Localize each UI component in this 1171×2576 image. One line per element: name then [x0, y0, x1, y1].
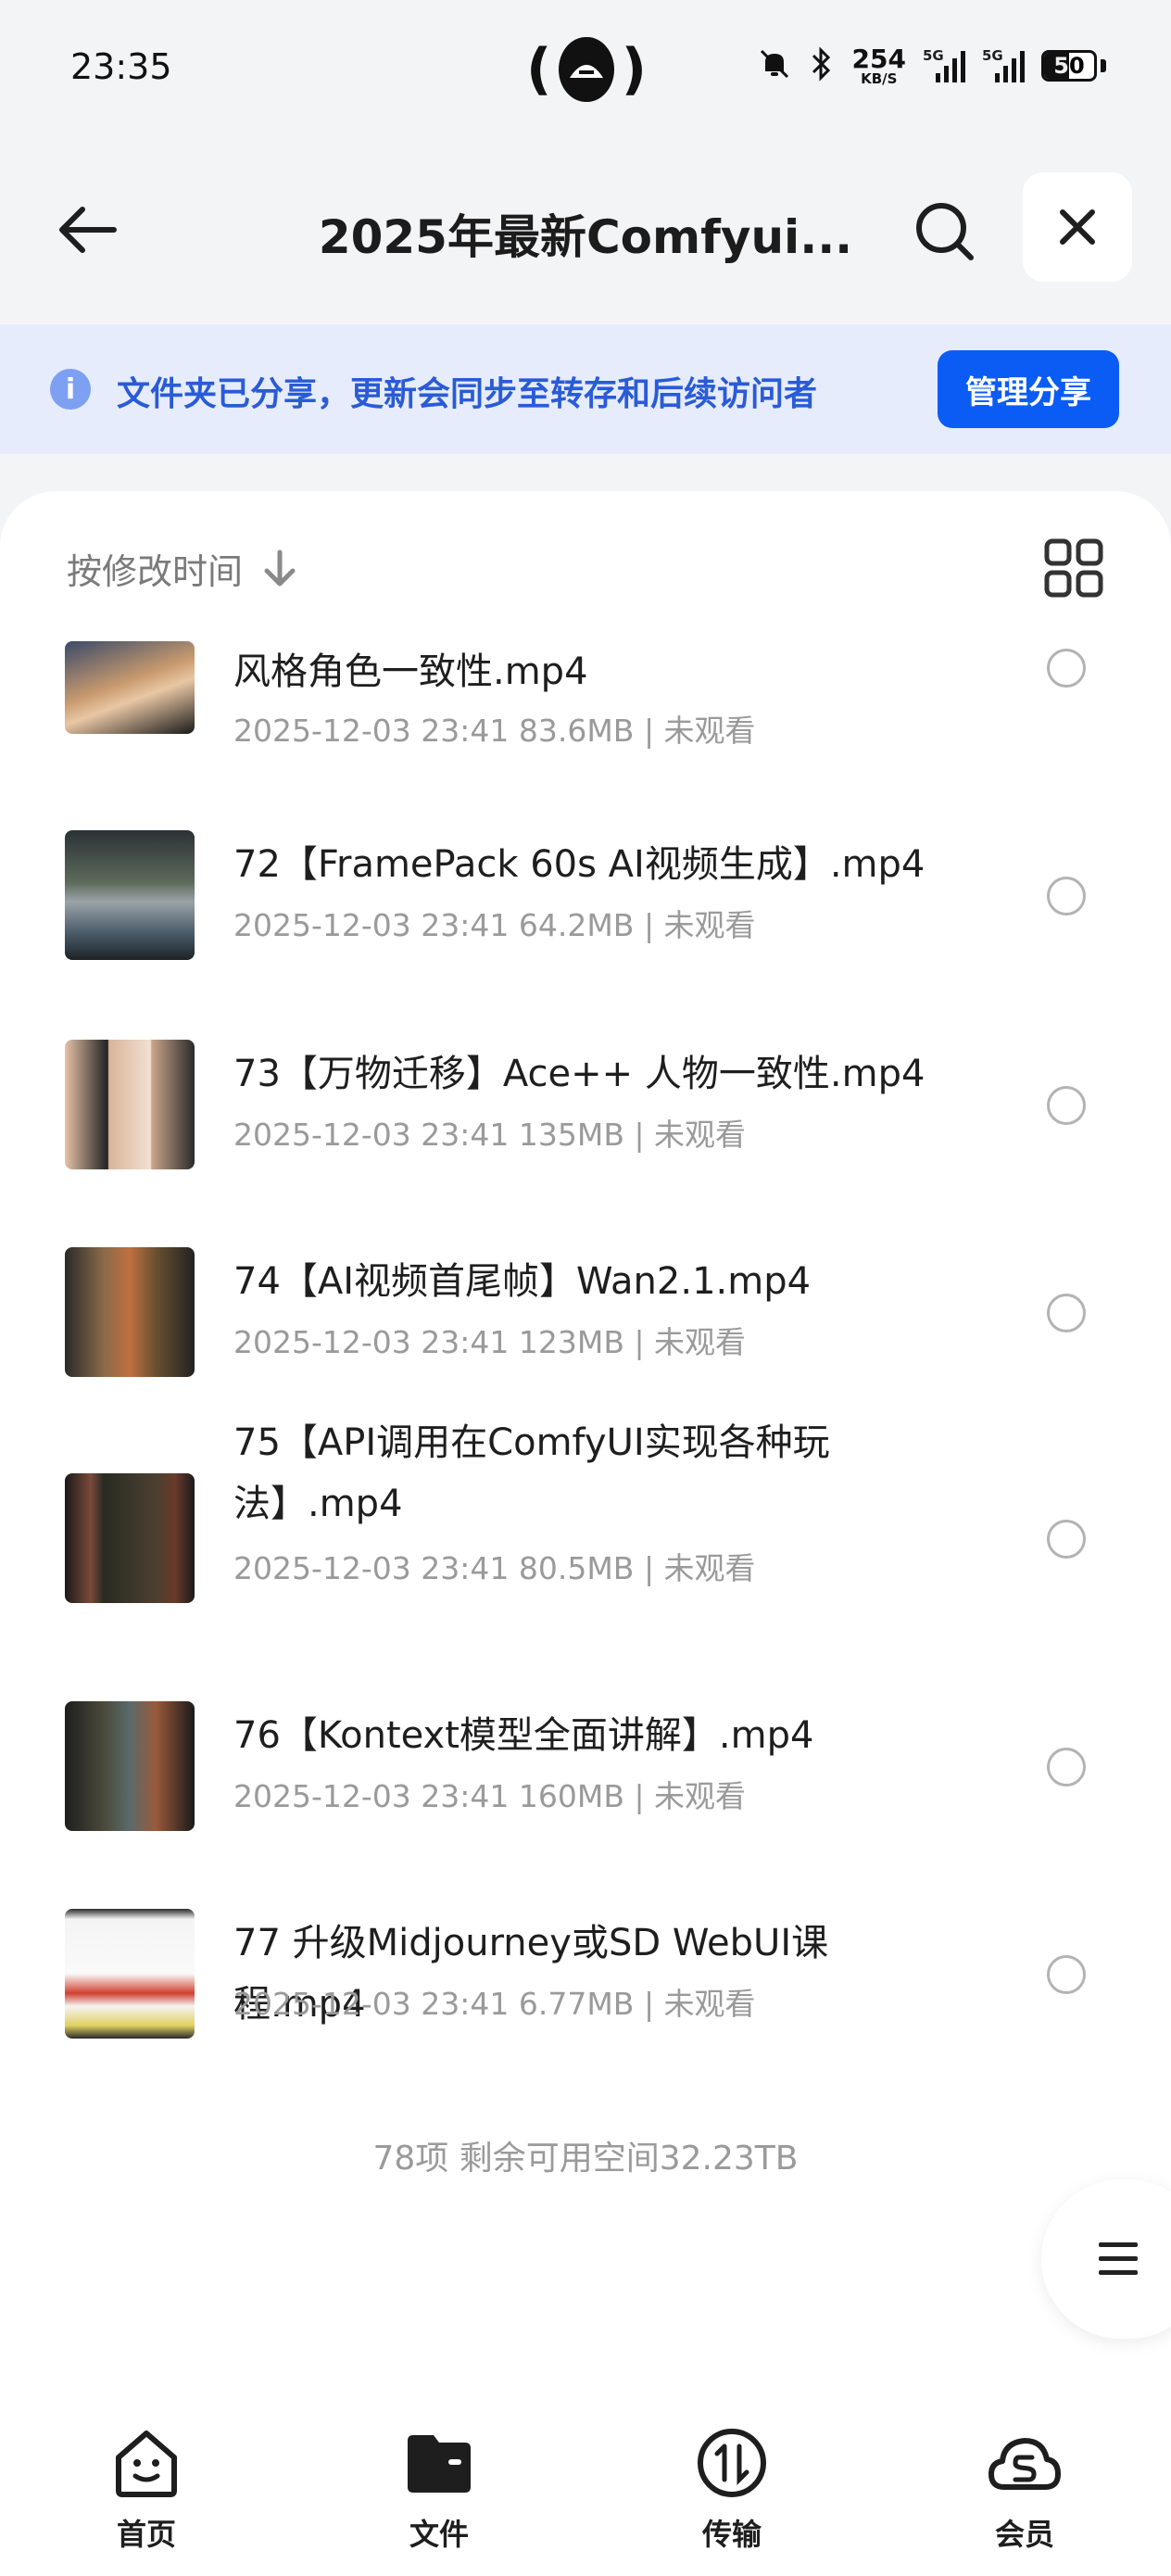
back-button[interactable] — [52, 195, 122, 265]
video-thumbnail — [65, 1473, 195, 1603]
battery-icon: 50 — [1041, 50, 1097, 82]
sort-control[interactable]: 按修改时间 — [67, 543, 298, 594]
mute-icon — [758, 47, 791, 84]
video-thumbnail — [65, 1909, 195, 2039]
file-name: 风格角色一致性.mp4 — [233, 650, 588, 693]
close-icon — [1060, 209, 1095, 245]
file-name: 75【API调用在ComfyUI实现各种玩法】.mp4 — [233, 1421, 830, 1525]
file-meta: 2025-12-03 23:41 80.5MB | 未观看 — [233, 1550, 756, 1586]
menu-icon — [1099, 2242, 1138, 2275]
grid-view-toggle[interactable] — [1043, 537, 1104, 599]
nav-transfer[interactable]: 传输 — [586, 2409, 878, 2576]
sort-label: 按修改时间 — [67, 551, 244, 592]
signal-icon-2: 5G — [982, 47, 1025, 84]
video-thumbnail — [65, 1040, 195, 1169]
select-radio[interactable] — [1047, 1748, 1086, 1787]
select-radio[interactable] — [1047, 1955, 1086, 1994]
hotspot-indicator: ( ) — [526, 37, 647, 102]
back-arrow-icon — [59, 207, 117, 253]
nav-home-label: 首页 — [116, 2517, 176, 2552]
status-icons: 254 KB/S 5G 5G 50 — [758, 43, 1106, 89]
battery-cap — [1101, 59, 1106, 72]
manage-share-button[interactable]: 管理分享 — [938, 350, 1119, 428]
net-speed: 254 KB/S — [851, 43, 906, 87]
share-banner: i 文件夹已分享，更新会同步至转存和后续访问者 管理分享 — [0, 324, 1171, 454]
arrow-down-icon — [264, 549, 296, 586]
video-thumbnail — [65, 830, 195, 960]
file-list-card: 按修改时间 风格角色一致性.mp4 2025-12-03 23:41 83.6M… — [0, 491, 1171, 2409]
select-radio[interactable] — [1047, 877, 1086, 915]
video-thumbnail — [65, 1701, 195, 1831]
info-icon: i — [50, 369, 91, 410]
nav-vip[interactable]: 会员 — [878, 2409, 1171, 2576]
status-bar: 23:35 ( ) 254 KB/S 5G 5G 50 — [0, 0, 1171, 139]
file-meta: 2025-12-03 23:41 135MB | 未观看 — [233, 1117, 747, 1153]
close-button[interactable] — [1023, 172, 1132, 282]
file-meta: 2025-12-03 23:41 123MB | 未观看 — [233, 1324, 747, 1360]
header: 2025年最新Comfyui... — [0, 139, 1171, 324]
folder-icon — [400, 2424, 478, 2502]
transfer-icon — [693, 2424, 771, 2502]
nav-home[interactable]: 首页 — [0, 2409, 293, 2576]
hotspot-icon — [559, 37, 614, 102]
nav-files-label: 文件 — [409, 2517, 469, 2552]
page-title: 2025年最新Comfyui... — [318, 210, 853, 264]
select-radio[interactable] — [1047, 649, 1086, 688]
file-meta: 2025-12-03 23:41 64.2MB | 未观看 — [233, 907, 756, 943]
bottom-nav: 首页 文件 传输 会员 — [0, 2409, 1171, 2576]
file-name: 73【万物迁移】Ace++ 人物一致性.mp4 — [233, 1053, 925, 1095]
file-meta: 2025-12-03 23:41 6.77MB | 未观看 — [233, 1986, 756, 2022]
select-radio[interactable] — [1047, 1520, 1086, 1559]
smile-icon — [107, 2424, 185, 2502]
select-radio[interactable] — [1047, 1086, 1086, 1125]
file-name: 74【AI视频首尾帧】Wan2.1.mp4 — [233, 1260, 812, 1303]
nav-vip-label: 会员 — [994, 2517, 1054, 2552]
status-time: 23:35 — [70, 46, 172, 87]
grid-icon — [1044, 538, 1103, 598]
video-thumbnail — [65, 641, 195, 734]
file-name: 72【FramePack 60s AI视频生成】.mp4 — [233, 843, 925, 886]
share-banner-text: 文件夹已分享，更新会同步至转存和后续访问者 — [117, 375, 818, 413]
bluetooth-icon — [808, 46, 836, 85]
vip-cloud-icon — [986, 2424, 1064, 2502]
file-name: 76【Kontext模型全面讲解】.mp4 — [233, 1714, 814, 1757]
file-meta: 2025-12-03 23:41 160MB | 未观看 — [233, 1778, 747, 1814]
signal-icon: 5G — [923, 47, 965, 84]
search-icon — [916, 203, 974, 260]
search-button[interactable] — [908, 195, 982, 269]
select-radio[interactable] — [1047, 1294, 1086, 1332]
nav-files[interactable]: 文件 — [293, 2409, 586, 2576]
video-thumbnail — [65, 1247, 195, 1377]
nav-transfer-label: 传输 — [701, 2517, 762, 2552]
storage-summary: 78项 剩余可用空间32.23TB — [372, 2140, 799, 2178]
file-meta: 2025-12-03 23:41 83.6MB | 未观看 — [233, 713, 756, 749]
